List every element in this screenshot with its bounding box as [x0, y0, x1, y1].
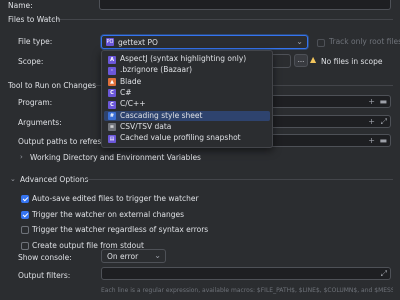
tool-section-header: Tool to Run on Changes [8, 81, 96, 90]
dropdown-item[interactable]: ▤ Cached value profiling snapshot [104, 133, 270, 144]
snapshot-icon: ▤ [108, 134, 116, 143]
dropdown-item-label: .bzrignore (Bazaar) [120, 65, 193, 75]
dropdown-item[interactable]: C C# [104, 88, 270, 99]
add-icon[interactable]: + [368, 98, 375, 106]
chevron-right-icon[interactable]: › [20, 153, 23, 161]
scope-more-button[interactable]: ... [294, 54, 308, 67]
section-divider [84, 179, 393, 180]
chevron-down-icon: ⌄ [154, 251, 161, 260]
advanced-option-checkbox[interactable] [21, 210, 29, 219]
file-type-dropdown-list: A AspectJ (syntax highlighting only) · .bzr… [101, 50, 273, 148]
advanced-option-label: Auto-save edited files to trigger the wa… [32, 194, 199, 203]
warning-icon: ▲ [310, 55, 317, 64]
dropdown-item-label: AspectJ (syntax highlighting only) [120, 54, 247, 63]
file-type-label: File type: [18, 37, 53, 46]
expand-icon[interactable]: ⤢ [381, 270, 387, 278]
file-type-combo[interactable]: PO gettext PO ⌄ [101, 35, 308, 49]
name-label: Name: [8, 1, 33, 10]
po-file-icon: PO [106, 38, 114, 46]
blade-icon: ▲ [108, 78, 116, 87]
dropdown-item-label: C/C++ [120, 99, 146, 109]
csv-icon: ≡ [108, 123, 116, 132]
output-filters-hint: Each line is a regular expression, avail… [101, 287, 393, 294]
output-filters-field[interactable]: ⤢ [101, 267, 391, 280]
dropdown-item[interactable]: A AspectJ (syntax highlighting only) [104, 54, 270, 65]
advanced-options-header[interactable]: Advanced Options [20, 175, 88, 184]
folder-icon[interactable]: ▬ [379, 137, 387, 145]
ignore-file-icon: · [108, 66, 116, 75]
show-console-value: On error [107, 252, 139, 261]
show-console-combo[interactable]: On error ⌄ [101, 249, 166, 263]
dropdown-item-label: CSV/TSV data [120, 121, 172, 131]
dropdown-item[interactable]: ▲ Blade [104, 77, 270, 88]
advanced-option-checkbox[interactable] [21, 195, 29, 203]
dropdown-item-label: Blade [120, 76, 142, 86]
show-console-label: Show console: [18, 253, 72, 262]
program-label: Program: [18, 98, 53, 107]
advanced-option-checkbox[interactable] [21, 226, 29, 234]
chevron-down-icon[interactable]: ⌄ [10, 175, 16, 183]
dropdown-item[interactable]: C C/C++ [104, 99, 270, 110]
files-to-watch-header: Files to Watch [8, 15, 61, 24]
file-type-value: gettext PO [118, 38, 158, 47]
track-only-root-label: Track only root files [329, 37, 400, 46]
aspectj-icon: A [108, 55, 116, 64]
expand-icon[interactable]: ⤢ [381, 118, 387, 126]
dropdown-item-label: Cached value profiling snapshot [120, 133, 241, 143]
output-filters-label: Output filters: [18, 271, 71, 280]
chevron-down-icon: ⌄ [296, 37, 303, 46]
dropdown-item-label: C# [120, 87, 132, 97]
no-files-warning: No files in scope [321, 57, 383, 66]
name-field[interactable] [99, 0, 391, 10]
css-icon: # [108, 112, 116, 120]
cpp-icon: C [108, 100, 116, 109]
working-dir-toggle[interactable]: Working Directory and Environment Variab… [30, 153, 201, 162]
advanced-option-label: Trigger the watcher regardless of syntax… [32, 225, 209, 234]
add-icon[interactable]: + [368, 118, 375, 126]
scope-label: Scope: [18, 57, 44, 66]
arguments-label: Arguments: [18, 118, 62, 127]
dropdown-item[interactable]: # Cascading style sheet [104, 110, 270, 121]
folder-icon[interactable]: ▬ [379, 98, 387, 106]
dropdown-item-label: Cascading style sheet [120, 110, 203, 120]
dropdown-item[interactable]: ≡ CSV/TSV data [104, 122, 270, 133]
advanced-option-checkbox[interactable] [21, 241, 29, 250]
add-icon[interactable]: + [368, 137, 375, 145]
advanced-option-label: Trigger the watcher on external changes [32, 209, 185, 219]
track-only-root-checkbox[interactable] [317, 39, 325, 47]
dropdown-item[interactable]: · .bzrignore (Bazaar) [104, 65, 270, 76]
section-divider [38, 19, 393, 20]
csharp-icon: C [108, 89, 116, 98]
output-paths-label: Output paths to refresh: [18, 137, 109, 146]
